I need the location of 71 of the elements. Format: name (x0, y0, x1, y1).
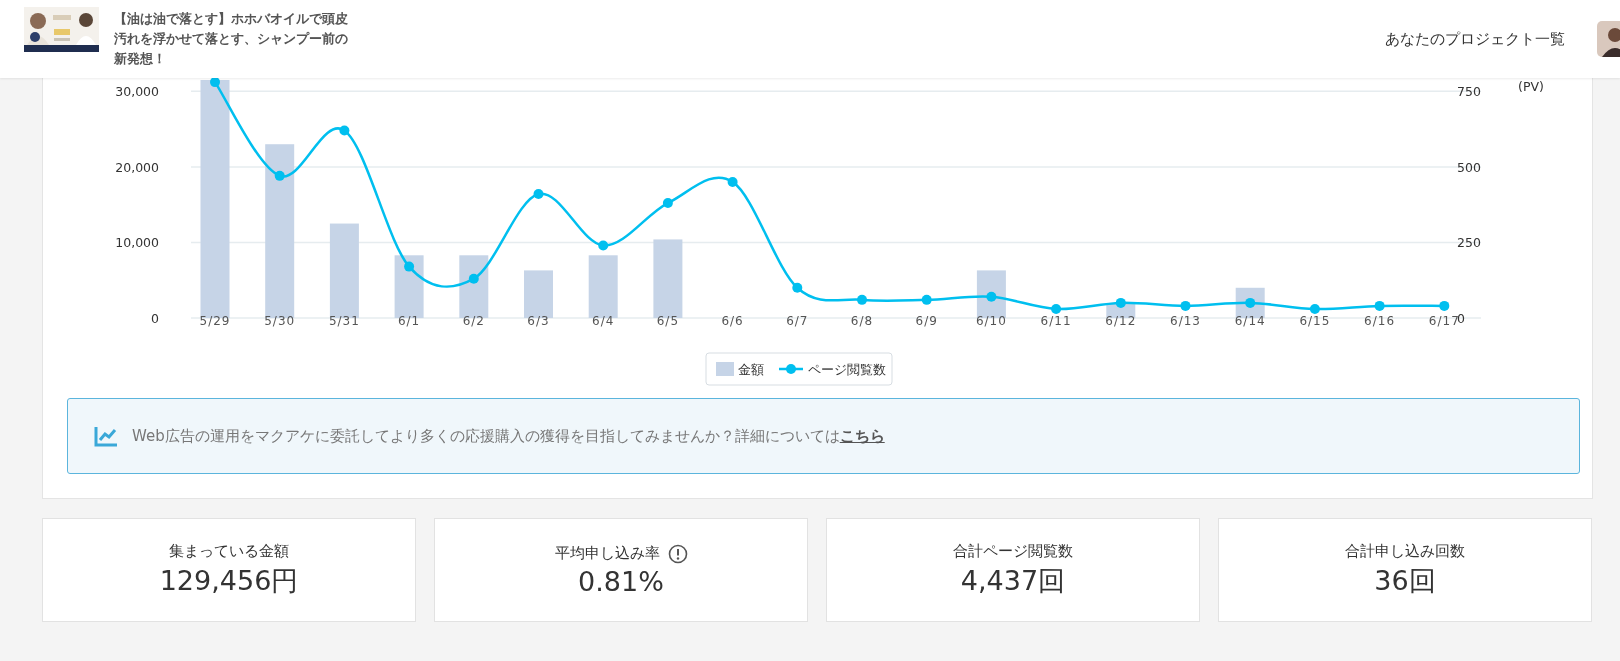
axis-label: 6/10 (975, 314, 1007, 328)
data-point (857, 294, 867, 305)
info-icon[interactable] (667, 543, 688, 564)
axis-label: 6/12 (1105, 314, 1137, 328)
data-point (1115, 297, 1126, 308)
data-point (986, 291, 997, 302)
axis-label: 5/31 (328, 314, 360, 328)
legend-line-icon (779, 364, 803, 374)
axis-label: 6/14 (1234, 314, 1266, 328)
stat-value: 4,437回 (960, 563, 1066, 598)
axis-label: 6/7 (786, 314, 809, 328)
axis-label: 30,000 (115, 84, 159, 100)
ad-title[interactable]: 【油は油で落とす】ホホバオイルで頭皮汚れを浮かせて落とす、シャンプー前の新発想！ (114, 9, 354, 69)
legend-label[interactable]: ページ閲覧数 (808, 362, 886, 377)
axis-label: 6/16 (1364, 314, 1396, 328)
data-point (533, 189, 544, 199)
stat-label: 集まっている金額 (169, 541, 289, 561)
axis-label: 6/13 (1170, 314, 1201, 328)
data-point (274, 170, 285, 181)
axis-label: 750 (1457, 84, 1481, 100)
stat-label: 合計申し込み回数 (1345, 541, 1465, 561)
axis-label: 6/15 (1299, 314, 1331, 328)
axis-label: 6/4 (592, 314, 615, 328)
data-point (792, 282, 803, 293)
stat-label: 合計ページ閲覧数 (953, 541, 1073, 561)
data-point (404, 261, 415, 272)
axis-label: 6/9 (915, 314, 938, 328)
axis-label: 10,000 (115, 235, 159, 251)
stat-value: 0.81% (578, 565, 664, 597)
data-point (1439, 300, 1450, 311)
axis-label: 250 (1457, 235, 1481, 251)
data-point (1374, 300, 1385, 311)
axis-label: 0 (151, 311, 159, 326)
data-point (1180, 300, 1191, 311)
axis-label: 6/5 (656, 314, 680, 328)
axis-label: 6/2 (462, 314, 485, 328)
data-point (662, 198, 673, 209)
bar (976, 270, 1006, 318)
axis-label: 6/11 (1040, 314, 1072, 328)
bar (459, 255, 489, 318)
stat-value: 36回 (1374, 563, 1436, 598)
data-point (468, 273, 479, 284)
axis-label: 6/1 (397, 314, 421, 328)
data-point (1051, 303, 1062, 314)
axis-label: 6/6 (721, 314, 744, 328)
data-point (921, 294, 932, 305)
stat-value: 129,456円 (159, 563, 299, 598)
data-point (598, 240, 609, 251)
projects-link[interactable]: あなたのプロジェクト一覧 (1385, 29, 1565, 49)
bar (524, 270, 553, 318)
axis-label: 20,000 (115, 159, 159, 175)
chart-line-icon (94, 425, 118, 447)
banner-text: Web広告の運用をマクアケに委託してより多くの応援購入の獲得を目指してみませんか？詳細については (132, 426, 840, 446)
axis-unit: (PV) (1518, 79, 1544, 94)
data-point (727, 176, 738, 187)
axis-label: 6/8 (850, 314, 874, 328)
axis-label: 0 (1457, 311, 1465, 326)
stat-label: 平均申し込み率 (554, 544, 660, 563)
axis-label: 6/3 (527, 314, 550, 328)
legend-label[interactable]: 金額 (738, 362, 764, 377)
axis-label: 5/29 (199, 314, 231, 328)
legend-swatch (716, 362, 734, 376)
data-point (210, 78, 220, 88)
bar (588, 255, 618, 318)
axis-label: 500 (1457, 159, 1481, 175)
bar (394, 255, 424, 318)
axis-label: 5/30 (264, 314, 296, 328)
data-point (1309, 303, 1320, 314)
data-point (339, 125, 350, 136)
data-point (1245, 297, 1256, 308)
details-link[interactable]: こちら (839, 426, 885, 446)
